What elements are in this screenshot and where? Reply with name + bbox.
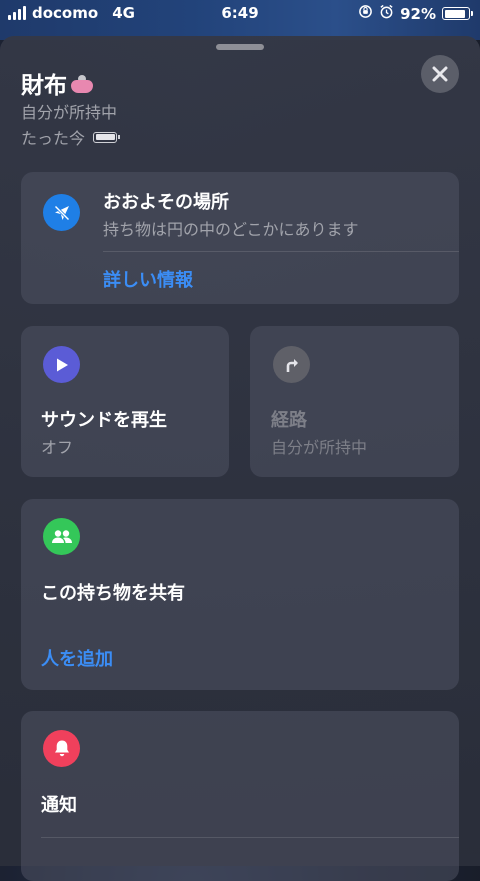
play-sound-status: オフ: [41, 438, 74, 457]
directions-status: 自分が所持中: [271, 438, 368, 457]
directions-card[interactable]: 経路 自分が所持中: [250, 326, 459, 477]
item-title: 財布: [21, 66, 94, 100]
orientation-lock-icon: [358, 4, 373, 23]
bell-icon-circle: [43, 730, 80, 767]
location-crossed-arrow-icon: [53, 204, 70, 221]
close-icon: [432, 66, 448, 82]
battery-icon: [442, 7, 473, 20]
notifications-card[interactable]: 通知: [21, 711, 459, 881]
sheet-grabber[interactable]: [216, 44, 264, 50]
more-info-link[interactable]: 詳しい情報: [103, 266, 193, 292]
location-description: 持ち物は円の中のどこかにあります: [103, 220, 359, 239]
play-icon-circle: [43, 346, 80, 383]
item-name: 財布: [21, 73, 67, 99]
status-bar: docomo 4G 6:49 92%: [0, 0, 480, 28]
bell-icon: [54, 740, 69, 757]
play-sound-title: サウンドを再生: [41, 410, 167, 431]
item-detail-sheet: 財布 自分が所持中 たった今 おおよその場所 持ち物は円の中のどこかにあります …: [0, 36, 480, 881]
approximate-location-card[interactable]: おおよその場所 持ち物は円の中のどこかにあります 詳しい情報: [21, 172, 459, 304]
last-updated-label: たった今: [21, 129, 86, 148]
directions-icon-circle: [273, 346, 310, 383]
share-item-card[interactable]: この持ち物を共有 人を追加: [21, 499, 459, 690]
close-button[interactable]: [421, 55, 459, 93]
share-item-title: この持ち物を共有: [41, 583, 185, 604]
purse-emoji-icon: [70, 74, 94, 93]
location-title: おおよその場所: [103, 192, 229, 213]
directions-title: 経路: [271, 410, 307, 431]
item-battery-icon: [93, 131, 121, 143]
share-icon-circle: [43, 518, 80, 555]
directions-arrow-icon: [286, 358, 298, 372]
play-icon: [56, 358, 68, 371]
people-icon: [51, 529, 72, 543]
alarm-icon: [379, 4, 394, 23]
item-status: 自分が所持中: [21, 103, 118, 122]
location-divider: [103, 251, 459, 252]
location-icon-circle: [43, 194, 80, 231]
notifications-divider: [41, 837, 459, 838]
last-updated: たった今: [21, 125, 121, 149]
add-people-link[interactable]: 人を追加: [41, 645, 113, 671]
battery-percent: 92%: [400, 4, 436, 23]
notifications-title: 通知: [41, 795, 77, 816]
play-sound-card[interactable]: サウンドを再生 オフ: [21, 326, 229, 477]
